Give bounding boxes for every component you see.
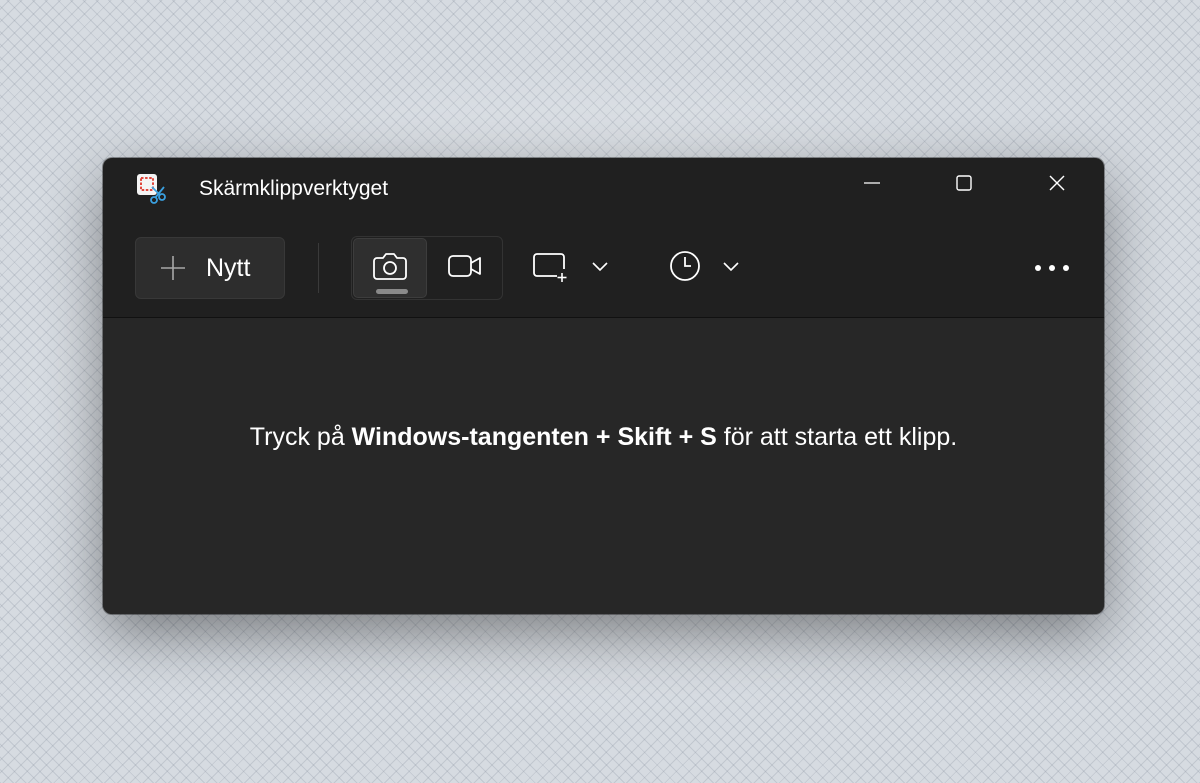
window-title: Skärmklippverktyget (199, 177, 389, 200)
toolbar-separator (318, 243, 319, 293)
start-snip-hint: Tryck på Windows-tangenten + Skift + S f… (103, 423, 1104, 452)
more-options-button[interactable] (1025, 242, 1079, 294)
title-bar[interactable]: Skärmklippverktyget (103, 158, 1104, 216)
camera-icon (372, 251, 408, 286)
clock-icon (668, 249, 702, 288)
minimize-icon (863, 174, 881, 197)
snipping-tool-window: Skärmklippverktyget Nytt Tryck på Window… (103, 158, 1104, 614)
video-mode-button[interactable] (428, 238, 502, 298)
hint-text: Tryck på (249, 423, 352, 451)
snip-shape-dropdown[interactable] (531, 242, 631, 294)
new-snip-button[interactable]: Nytt (135, 237, 285, 299)
chevron-down-icon (722, 259, 740, 277)
maximize-icon (955, 174, 973, 197)
delay-dropdown[interactable] (658, 242, 758, 294)
screenshot-mode-button[interactable] (353, 238, 427, 298)
capture-mode-group (351, 236, 503, 300)
maximize-button[interactable] (941, 158, 987, 212)
more-options-icon (1034, 259, 1070, 277)
hint-key-s: S (700, 423, 717, 451)
close-icon (1048, 174, 1066, 197)
main-content: Tryck på Windows-tangenten + Skift + S f… (103, 318, 1104, 614)
snipping-tool-icon (135, 173, 169, 205)
rectangle-snip-icon (531, 249, 571, 288)
hint-key-windows: Windows-tangenten (351, 423, 589, 451)
minimize-button[interactable] (849, 158, 895, 212)
plus-icon (158, 253, 188, 283)
hint-plus: + (588, 423, 618, 451)
video-camera-icon (447, 253, 483, 284)
selected-mode-indicator (376, 289, 408, 294)
chevron-down-icon (591, 259, 609, 277)
close-button[interactable] (1034, 158, 1080, 212)
new-snip-label: Nytt (206, 253, 251, 282)
toolbar: Nytt (103, 216, 1104, 316)
hint-plus: + (671, 423, 701, 451)
hint-key-shift: Skift (617, 423, 672, 451)
hint-text: för att starta ett klipp. (716, 423, 958, 451)
